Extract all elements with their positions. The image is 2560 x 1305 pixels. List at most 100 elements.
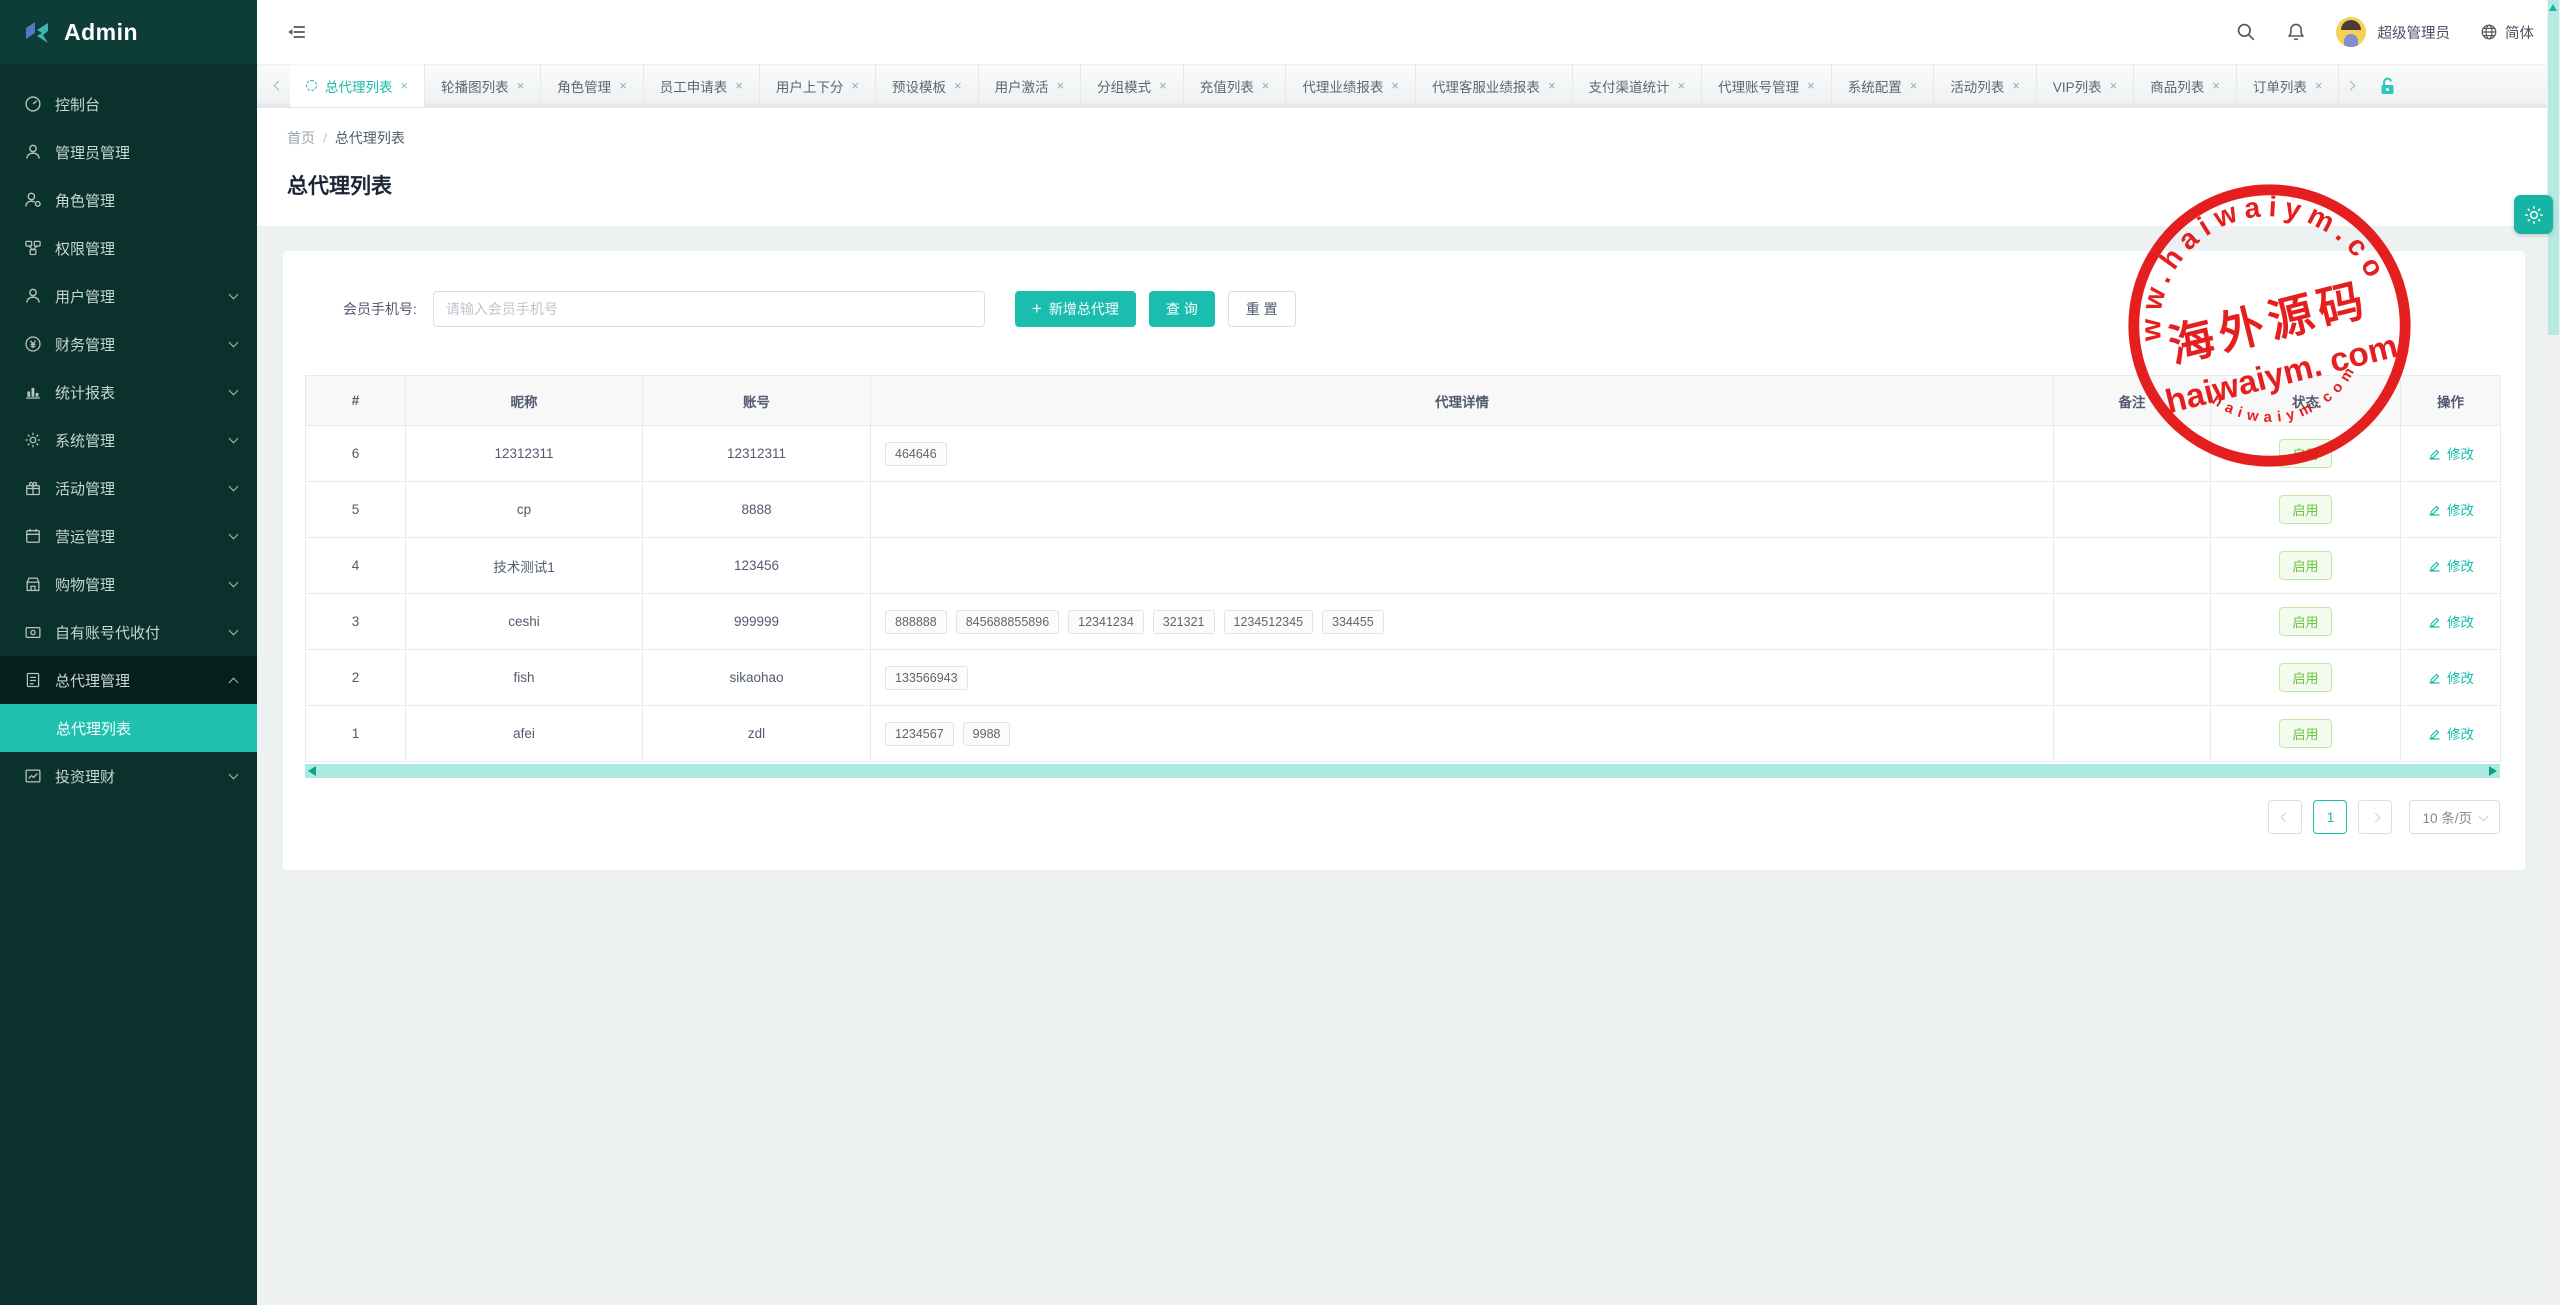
tabs-scroll-left[interactable] <box>267 64 290 107</box>
tab-close-icon[interactable]: × <box>1159 78 1167 93</box>
tab-agent-cs-performance[interactable]: 代理客服业绩报表× <box>1416 64 1573 107</box>
sidebar-subitem-general-agent-list[interactable]: 总代理列表 <box>0 704 257 752</box>
edit-label: 修改 <box>2447 555 2474 575</box>
edit-link[interactable]: 修改 <box>2427 443 2474 463</box>
tab-close-icon[interactable]: × <box>851 78 859 93</box>
chevron-right-icon <box>2371 812 2381 822</box>
tab-close-icon[interactable]: × <box>401 78 409 93</box>
cell-action: 修改 <box>2401 538 2501 594</box>
tab-product-list[interactable]: 商品列表× <box>2134 64 2237 107</box>
tab-close-icon[interactable]: × <box>619 78 627 93</box>
sidebar-item-shopping[interactable]: 购物管理 <box>0 560 257 608</box>
edit-link[interactable]: 修改 <box>2427 555 2474 575</box>
tab-activity-list[interactable]: 活动列表× <box>1934 64 2037 107</box>
sidebar-item-admins[interactable]: 管理员管理 <box>0 128 257 176</box>
breadcrumb-separator: / <box>323 130 327 146</box>
tab-close-icon[interactable]: × <box>1262 78 1270 93</box>
sidebar-item-own-account-payment[interactable]: 自有账号代收付 <box>0 608 257 656</box>
sidebar-item-finance[interactable]: 财务管理 <box>0 320 257 368</box>
cell-nickname: afei <box>406 706 643 762</box>
app-logo[interactable]: Admin <box>0 0 257 64</box>
reset-button[interactable]: 重 置 <box>1228 291 1296 327</box>
sidebar-item-reports[interactable]: 统计报表 <box>0 368 257 416</box>
tab-close-icon[interactable]: × <box>1057 78 1065 93</box>
scroll-up-arrow-icon[interactable] <box>2549 4 2557 11</box>
tab-vip-list[interactable]: VIP列表× <box>2037 64 2134 107</box>
tab-close-icon[interactable]: × <box>735 78 743 93</box>
tab-close-icon[interactable]: × <box>1910 78 1918 93</box>
tab-close-icon[interactable]: × <box>1807 78 1815 93</box>
sidebar-item-roles[interactable]: 角色管理 <box>0 176 257 224</box>
tab-user-activate[interactable]: 用户激活× <box>979 64 1082 107</box>
sidebar-item-investment[interactable]: 投资理财 <box>0 752 257 800</box>
tabs-scroll-right[interactable] <box>2339 64 2362 107</box>
tab-label: 轮播图列表 <box>441 76 509 96</box>
cell-status: 启用 <box>2211 538 2401 594</box>
tab-close-icon[interactable]: × <box>2110 78 2118 93</box>
cell-nickname: fish <box>406 650 643 706</box>
tab-close-icon[interactable]: × <box>2212 78 2220 93</box>
tab-general-agent-list[interactable]: 总代理列表 × <box>290 64 425 107</box>
sidebar-item-permissions[interactable]: 权限管理 <box>0 224 257 272</box>
pagination-page-1[interactable]: 1 <box>2313 800 2347 834</box>
vertical-scrollbar-thumb[interactable] <box>2548 0 2559 335</box>
tab-label: 系统配置 <box>1848 76 1902 96</box>
sidebar-item-activities[interactable]: 活动管理 <box>0 464 257 512</box>
pagination-prev-button[interactable] <box>2268 800 2302 834</box>
sidebar-item-general-agent[interactable]: 总代理管理 <box>0 656 257 704</box>
agents-table: # 昵称 账号 代理详情 备注 状态 操作 6 <box>305 375 2501 762</box>
tab-close-icon[interactable]: × <box>1678 78 1686 93</box>
user-menu[interactable]: 超级管理员 <box>2336 17 2451 47</box>
tab-group-mode[interactable]: 分组模式× <box>1081 64 1184 107</box>
tab-order-list[interactable]: 订单列表 × <box>2237 64 2340 107</box>
agent-tag: 133566943 <box>885 666 968 690</box>
edit-link[interactable]: 修改 <box>2427 723 2474 743</box>
tab-close-icon[interactable]: × <box>517 78 525 93</box>
horizontal-scrollbar[interactable] <box>305 764 2500 778</box>
page-size-select[interactable]: 10 条/页 <box>2409 800 2500 834</box>
tab-staff-apply[interactable]: 员工申请表× <box>644 64 760 107</box>
sidebar-item-dashboard[interactable]: 控制台 <box>0 80 257 128</box>
tab-close-icon[interactable]: × <box>2315 78 2323 93</box>
tab-label: 订单列表 <box>2253 76 2307 96</box>
edit-link[interactable]: 修改 <box>2427 611 2474 631</box>
edit-label: 修改 <box>2447 667 2474 687</box>
tab-agent-performance[interactable]: 代理业绩报表× <box>1286 64 1416 107</box>
agent-tag: 845688855896 <box>956 610 1059 634</box>
phone-filter-input[interactable] <box>433 291 985 327</box>
tab-pay-channel-stats[interactable]: 支付渠道统计× <box>1573 64 1703 107</box>
cell-remark <box>2054 594 2211 650</box>
tabs-bar: 总代理列表 × 轮播图列表 × 角色管理× 员工申请表× 用户上下分× 预设模板×… <box>257 64 2560 108</box>
breadcrumb-home[interactable]: 首页 <box>287 128 315 148</box>
pagination-next-button[interactable] <box>2358 800 2392 834</box>
tab-system-config[interactable]: 系统配置 × <box>1832 64 1935 107</box>
edit-link[interactable]: 修改 <box>2427 667 2474 687</box>
edit-link[interactable]: 修改 <box>2427 499 2474 519</box>
tab-role-mgmt[interactable]: 角色管理× <box>541 64 644 107</box>
tab-preset-template[interactable]: 预设模板× <box>876 64 979 107</box>
tab-user-updown[interactable]: 用户上下分× <box>760 64 876 107</box>
pencil-icon <box>2427 502 2442 517</box>
bell-icon[interactable] <box>2286 22 2306 42</box>
cell-remark <box>2054 650 2211 706</box>
tab-label: 充值列表 <box>1200 76 1254 96</box>
sidebar-item-system[interactable]: 系统管理 <box>0 416 257 464</box>
search-icon[interactable] <box>2236 22 2256 42</box>
scroll-left-arrow-icon[interactable] <box>308 766 316 776</box>
settings-panel-button[interactable] <box>2514 195 2553 234</box>
sidebar-item-operations[interactable]: 营运管理 <box>0 512 257 560</box>
tab-close-icon[interactable]: × <box>1391 78 1399 93</box>
language-switcher[interactable]: 简体 <box>2480 22 2534 43</box>
sidebar-collapse-icon[interactable] <box>287 22 307 42</box>
add-general-agent-button[interactable]: + 新增总代理 <box>1015 291 1136 327</box>
tab-recharge-list[interactable]: 充值列表 × <box>1184 64 1287 107</box>
tab-close-icon[interactable]: × <box>954 78 962 93</box>
scroll-right-arrow-icon[interactable] <box>2489 766 2497 776</box>
query-button[interactable]: 查 询 <box>1149 291 1215 327</box>
tabs-lock-button[interactable] <box>2362 64 2412 107</box>
sidebar-item-users[interactable]: 用户管理 <box>0 272 257 320</box>
tab-agent-account-mgmt[interactable]: 代理账号管理× <box>1702 64 1832 107</box>
tab-close-icon[interactable]: × <box>2012 78 2020 93</box>
tab-close-icon[interactable]: × <box>1548 78 1556 93</box>
tab-carousel-list[interactable]: 轮播图列表 × <box>425 64 541 107</box>
